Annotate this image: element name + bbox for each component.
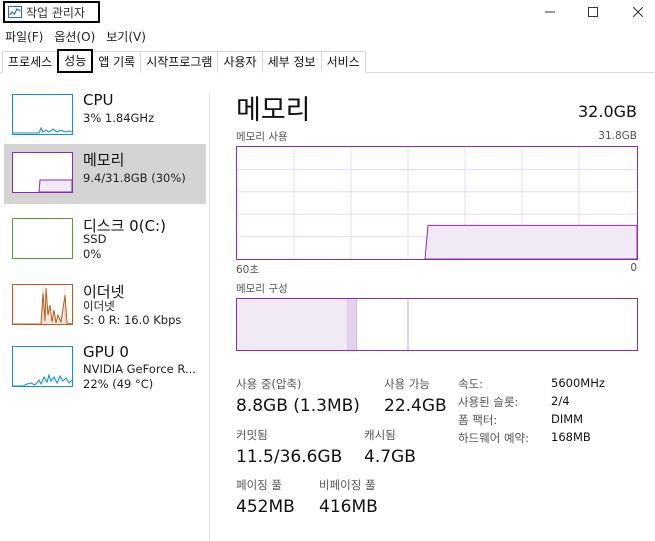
nonpaged-pool-value: 416MB: [319, 497, 378, 517]
memory-thumbnail-graph: [12, 152, 73, 193]
form-factor-value: DIMM: [551, 412, 584, 426]
page-title: 메모리: [236, 95, 311, 126]
task-manager-icon: [8, 6, 22, 18]
sidebar-item-memory[interactable]: 메모리 9.4/31.8GB (30%): [4, 144, 206, 204]
memory-composition-bar: [236, 298, 638, 351]
paged-pool-value: 452MB: [236, 497, 295, 517]
resource-sidebar: CPU 3% 1.84GHz 메모리 9.4/31.8GB (30%) 디스크 …: [0, 86, 208, 541]
sidebar-item-ethernet[interactable]: 이더넷 이더넷 S: 0 R: 16.0 Kbps: [4, 276, 206, 336]
sidebar-item-detail: 이더넷: [83, 299, 115, 313]
paged-pool-label: 페이징 풀: [236, 478, 282, 492]
available-value: 22.4GB: [384, 396, 447, 416]
committed-label: 커밋됨: [236, 428, 268, 442]
menu-view[interactable]: 보기(V): [101, 28, 152, 46]
usage-graph-time-right: 0: [630, 262, 637, 274]
memory-usage-graph: [236, 146, 638, 260]
title-bar: 작업 관리자: [0, 0, 655, 24]
in-use-label: 사용 중(압축): [236, 377, 302, 391]
window-title-text: 작업 관리자: [26, 5, 86, 20]
hardware-reserved-label: 하드웨어 예약:: [458, 431, 530, 445]
menu-options[interactable]: 옵션(O): [49, 28, 101, 46]
sidebar-item-detail: NVIDIA GeForce R...: [83, 362, 196, 376]
tab-app-history[interactable]: 앱 기록: [92, 51, 142, 73]
tab-bar: 프로세스 성능 앱 기록 시작프로그램 사용자 세부 정보 서비스: [0, 49, 655, 73]
cached-value: 4.7GB: [364, 447, 416, 467]
cpu-thumbnail-graph: [12, 94, 73, 135]
composition-standby: [357, 299, 408, 350]
composition-modified: [348, 299, 357, 350]
sidebar-item-detail: 3% 1.84GHz: [83, 111, 155, 125]
tab-startup[interactable]: 시작프로그램: [140, 51, 219, 73]
usage-graph-max: 31.8GB: [598, 130, 637, 142]
sidebar-item-detail-2: 0%: [83, 247, 102, 261]
sidebar-item-detail-2: 22% (49 °C): [83, 377, 154, 391]
minimize-button[interactable]: [527, 0, 573, 24]
close-icon: [633, 7, 643, 17]
gpu-thumbnail-graph: [12, 346, 73, 387]
in-use-value: 8.8GB (1.3MB): [236, 396, 360, 416]
available-label: 사용 가능: [384, 377, 430, 391]
composition-in-use: [237, 299, 348, 350]
ethernet-thumbnail-graph: [12, 284, 73, 325]
memory-total: 32.0GB: [578, 102, 637, 121]
close-button[interactable]: [615, 0, 655, 24]
window-title: 작업 관리자: [3, 1, 100, 23]
sidebar-item-detail: 9.4/31.8GB (30%): [83, 171, 186, 185]
form-factor-label: 폼 팩터:: [458, 413, 498, 427]
committed-value: 11.5/36.6GB: [236, 447, 343, 467]
maximize-icon: [588, 7, 598, 17]
tab-processes[interactable]: 프로세스: [2, 51, 59, 73]
usage-graph-time-left: 60초: [236, 264, 260, 276]
maximize-button[interactable]: [570, 0, 616, 24]
sidebar-item-name: 메모리: [83, 151, 125, 169]
slots-label: 사용된 슬롯:: [458, 395, 519, 409]
sidebar-divider: [209, 94, 210, 541]
usage-graph-label: 메모리 사용: [236, 131, 288, 143]
cached-label: 캐시됨: [364, 428, 396, 442]
disk-thumbnail-graph: [12, 218, 73, 259]
composition-label: 메모리 구성: [236, 283, 288, 295]
sidebar-item-detail: SSD: [83, 232, 107, 246]
menu-bar: 파일(F) 옵션(O) 보기(V): [0, 28, 152, 46]
sidebar-item-detail-2: S: 0 R: 16.0 Kbps: [83, 313, 182, 327]
sidebar-item-name: GPU 0: [83, 343, 129, 361]
speed-label: 속도:: [458, 377, 484, 391]
menu-file[interactable]: 파일(F): [0, 28, 49, 46]
tab-performance[interactable]: 성능: [57, 49, 94, 73]
speed-value: 5600MHz: [551, 376, 605, 390]
nonpaged-pool-label: 비페이징 풀: [319, 478, 376, 492]
minimize-icon: [545, 11, 555, 13]
slots-value: 2/4: [551, 394, 570, 408]
tab-details[interactable]: 세부 정보: [261, 51, 322, 73]
tab-services[interactable]: 서비스: [320, 51, 366, 73]
sidebar-item-disk[interactable]: 디스크 0(C:) SSD 0%: [4, 210, 206, 270]
usage-area: [424, 224, 637, 259]
sidebar-item-cpu[interactable]: CPU 3% 1.84GHz: [4, 86, 206, 146]
sidebar-item-name: CPU: [83, 91, 114, 109]
sidebar-item-gpu[interactable]: GPU 0 NVIDIA GeForce R... 22% (49 °C): [4, 338, 206, 398]
tab-users[interactable]: 사용자: [217, 51, 263, 73]
hardware-reserved-value: 168MB: [551, 430, 591, 444]
